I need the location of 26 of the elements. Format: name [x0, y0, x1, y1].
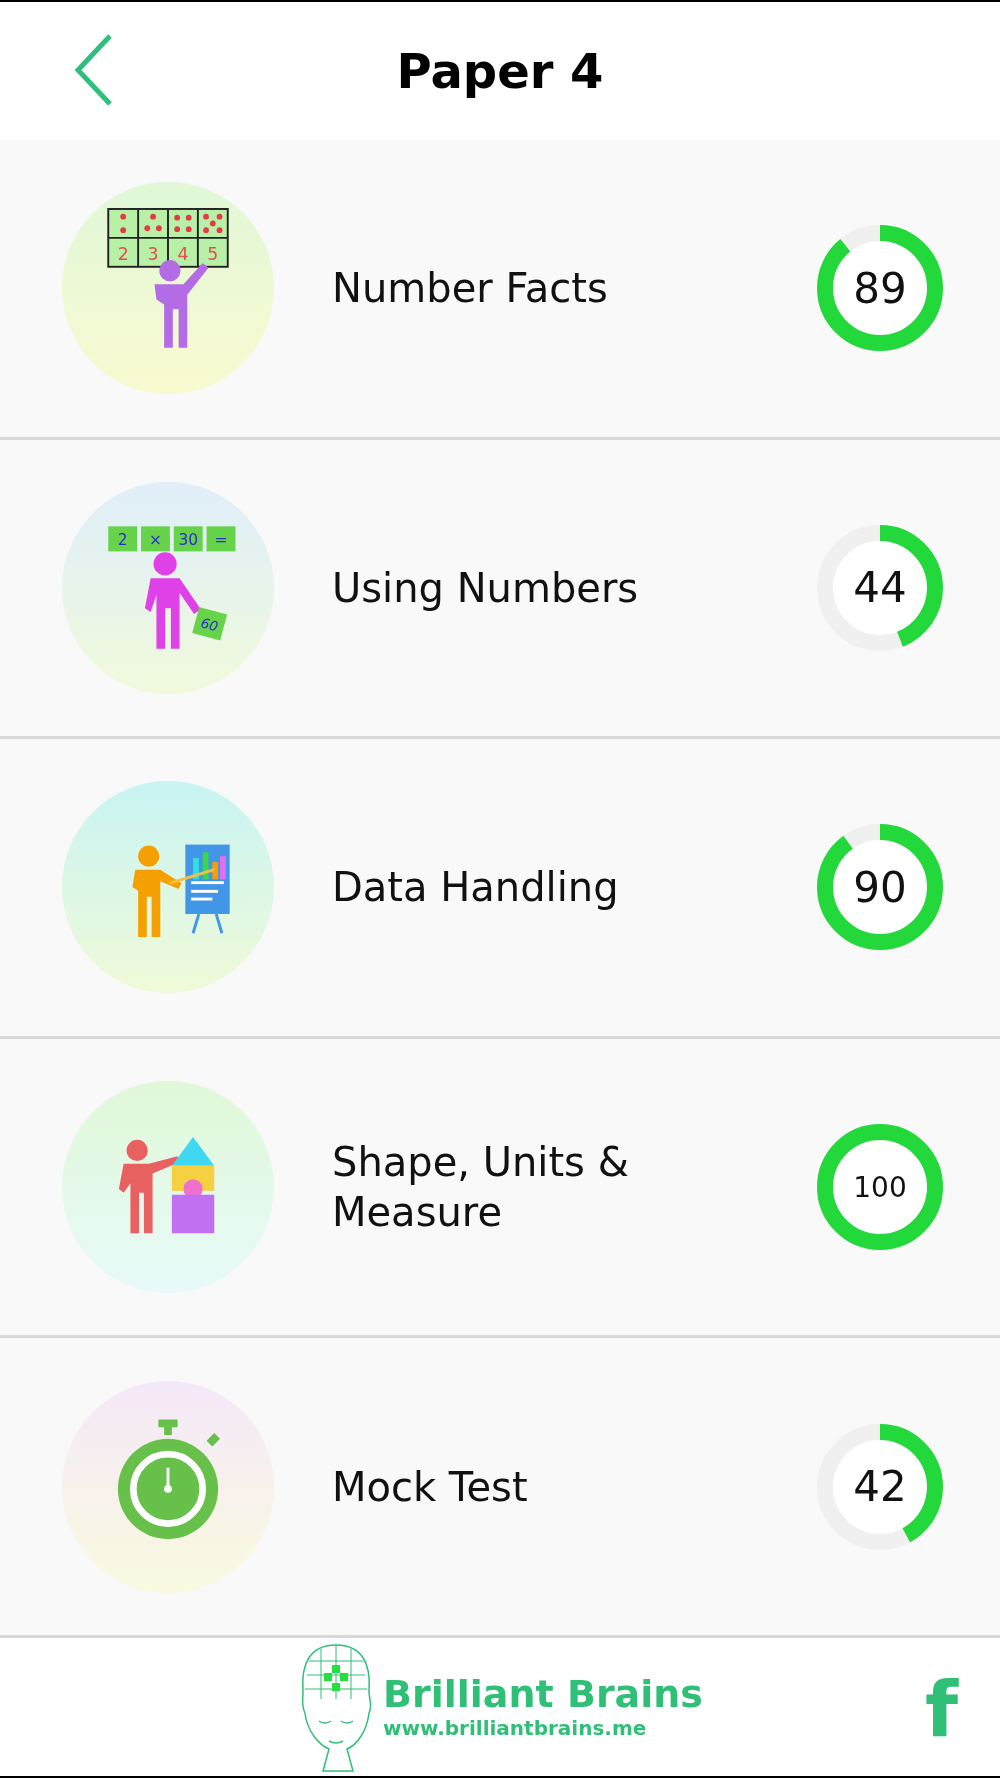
tile-number: 5 — [207, 244, 219, 265]
stopwatch-icon — [117, 1419, 221, 1539]
tile-number: 60 — [199, 614, 220, 635]
person-icon — [144, 552, 201, 649]
brand-name: Brilliant Brains — [383, 1674, 703, 1716]
score-value: 90 — [853, 863, 907, 912]
website-url: www.brilliantbrains.me — [383, 1715, 648, 1740]
score-value: 89 — [853, 263, 907, 313]
topic-label: Data Handling — [332, 863, 620, 913]
topic-label: Shape, Units & Measure — [332, 1138, 630, 1238]
tile-number: 2 — [117, 244, 129, 265]
score-value: 42 — [853, 1462, 907, 1512]
tile-number: 4 — [177, 244, 189, 265]
topic-label: Mock Test — [332, 1462, 529, 1512]
tile-number: = — [214, 530, 228, 549]
score-value: 100 — [853, 1170, 907, 1204]
tile-number: × — [149, 530, 162, 549]
topic-label: Number Facts — [332, 264, 609, 314]
tile-number: 2 — [117, 530, 128, 549]
tile-number: 3 — [147, 244, 159, 265]
facebook-link[interactable]: f — [924, 1672, 958, 1748]
tile-number: 30 — [178, 530, 199, 549]
score-value: 44 — [853, 563, 907, 613]
page-title: Paper 4 — [396, 43, 604, 99]
topic-label: Using Numbers — [332, 563, 640, 613]
person-icon — [154, 260, 209, 349]
